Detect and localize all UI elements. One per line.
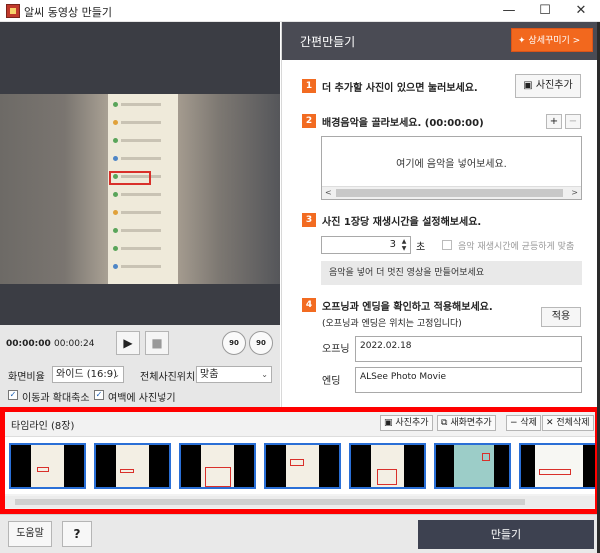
spinner-icon[interactable]: ▲ ▼ — [399, 238, 409, 252]
delete-button[interactable]: − 삭제 — [506, 415, 541, 431]
opening-label: 오프닝 — [322, 344, 350, 355]
total-time: 00:00:24 — [54, 339, 95, 349]
help-button[interactable]: 도움말 — [8, 521, 52, 547]
aspect-ratio-select[interactable]: 와이드 (16:9) ⌄ — [52, 366, 124, 383]
timeline-panel: 타임라인 (8장) ▣ 사진추가 ⧉ 새화면추가 − 삭제 ✕ 전체삭제 — [0, 407, 600, 514]
highlight-box — [109, 171, 151, 185]
aspect-ratio-label: 화면비율 — [8, 372, 45, 383]
step-1-text: 더 추가할 사진이 있으면 눌러보세요. — [322, 83, 478, 94]
add-new-screen-button[interactable]: ⧉ 새화면추가 — [437, 415, 496, 431]
pan-zoom-label: 이동과 확대축소 — [22, 393, 90, 404]
add-music-button[interactable]: + — [546, 114, 562, 129]
timeline-thumbnail[interactable] — [519, 443, 595, 489]
sync-music-label: 음악 재생시간에 균등하게 맞춤 — [458, 242, 575, 252]
pan-zoom-checkbox[interactable]: ✓ — [8, 390, 18, 400]
remove-music-button[interactable]: − — [565, 114, 581, 129]
music-tip: 음악을 넣어 더 멋진 영상을 만들어보세요 — [321, 261, 582, 285]
fill-margin-label: 여백에 사진넣기 — [108, 393, 176, 404]
add-photo-button[interactable]: ▣ 사진추가 — [515, 74, 581, 98]
bottom-bar: 도움말 ? 만들기 — [0, 514, 600, 553]
maximize-button[interactable]: ☐ — [530, 1, 560, 21]
step-2-text: 배경음악을 골라보세요. (00:00:00) — [322, 118, 484, 129]
simple-make-panel: 간편만들기 ✦ 상세꾸미기 > 1 더 추가할 사진이 있으면 눌러보세요. ▣… — [281, 22, 600, 407]
ending-label: 엔딩 — [322, 376, 341, 387]
scroll-left-icon[interactable]: < — [325, 187, 332, 199]
magic-wand-icon: ✦ — [518, 36, 526, 46]
ending-field[interactable]: ALSee Photo Movie — [355, 367, 582, 393]
sync-music-checkbox[interactable] — [442, 240, 452, 250]
close-button[interactable]: ✕ — [566, 1, 596, 21]
current-time: 00:00:00 — [6, 339, 51, 349]
playback-controls: 00:00:00 00:00:24 ▶ ■ 90 90 화면비율 와이드 (16… — [0, 325, 280, 407]
add-photo-icon: ▣ — [523, 80, 533, 91]
apply-button[interactable]: 적용 — [541, 307, 581, 327]
title-bar: 알씨 동영상 만들기 — ☐ ✕ — [0, 0, 600, 22]
delete-all-button[interactable]: ✕ 전체삭제 — [542, 415, 594, 431]
scroll-right-icon[interactable]: > — [571, 187, 578, 199]
music-placeholder: 여기에 음악을 넣어보세요. — [396, 159, 507, 170]
timeline-thumbnail[interactable] — [264, 443, 341, 489]
photo-position-select[interactable]: 맞춤 ⌄ — [196, 366, 272, 383]
photo-position-label: 전체사진위치 — [140, 372, 196, 383]
window-title: 알씨 동영상 만들기 — [24, 6, 112, 19]
timeline-thumbnail[interactable] — [9, 443, 86, 489]
timeline-thumbnail[interactable] — [94, 443, 171, 489]
step-3-number: 3 — [302, 213, 316, 227]
preview-pane: 00:00:00 00:00:24 ▶ ■ 90 90 화면비율 와이드 (16… — [0, 22, 280, 407]
music-scrollbar[interactable]: < > — [322, 186, 581, 199]
duration-unit: 초 — [416, 242, 426, 253]
music-drop-zone[interactable]: 여기에 음악을 넣어보세요. < > — [321, 136, 582, 200]
timeline-track — [5, 436, 595, 494]
timeline-thumbnail[interactable] — [349, 443, 426, 489]
opening-field[interactable]: 2022.02.18 — [355, 336, 582, 362]
make-button[interactable]: 만들기 — [418, 520, 594, 549]
timeline-title: 타임라인 (8장) — [11, 421, 75, 432]
step-4-text: 오프닝과 엔딩을 확인하고 적용해보세요. — [322, 302, 493, 313]
play-button[interactable]: ▶ — [116, 331, 140, 355]
stop-button[interactable]: ■ — [145, 331, 169, 355]
step-3-text: 사진 1장당 재생시간을 설정해보세요. — [322, 217, 482, 228]
question-button[interactable]: ? — [62, 521, 92, 547]
timeline-thumbnail[interactable] — [434, 443, 511, 489]
step-1-number: 1 — [302, 79, 316, 93]
add-photo-icon: ▣ — [384, 418, 393, 428]
timeline-add-photo-button[interactable]: ▣ 사진추가 — [380, 415, 433, 431]
rotate-right-button[interactable]: 90 — [249, 331, 273, 355]
minimize-button[interactable]: — — [494, 1, 524, 21]
timeline-thumbnail[interactable] — [179, 443, 256, 489]
fill-margin-checkbox[interactable]: ✓ — [94, 390, 104, 400]
new-screen-icon: ⧉ — [441, 418, 448, 428]
panel-title: 간편만들기 — [300, 35, 356, 49]
rotate-left-button[interactable]: 90 — [222, 331, 246, 355]
detail-decorate-button[interactable]: ✦ 상세꾸미기 > — [511, 28, 593, 52]
timeline-scrollbar[interactable] — [5, 496, 595, 508]
chevron-down-icon: ⌄ — [261, 370, 268, 379]
chevron-down-icon: ⌄ — [113, 370, 120, 379]
app-icon — [6, 4, 20, 18]
step-2-number: 2 — [302, 114, 316, 128]
preview-area — [0, 22, 280, 325]
preview-photo — [108, 94, 178, 284]
step-4-number: 4 — [302, 298, 316, 312]
preview-image — [0, 94, 280, 284]
step-4-subtext: (오프닝과 엔딩은 위치는 고정입니다) — [322, 319, 462, 329]
panel-header: 간편만들기 ✦ 상세꾸미기 > — [282, 22, 600, 60]
duration-input[interactable]: 3 ▲ ▼ — [321, 236, 411, 254]
